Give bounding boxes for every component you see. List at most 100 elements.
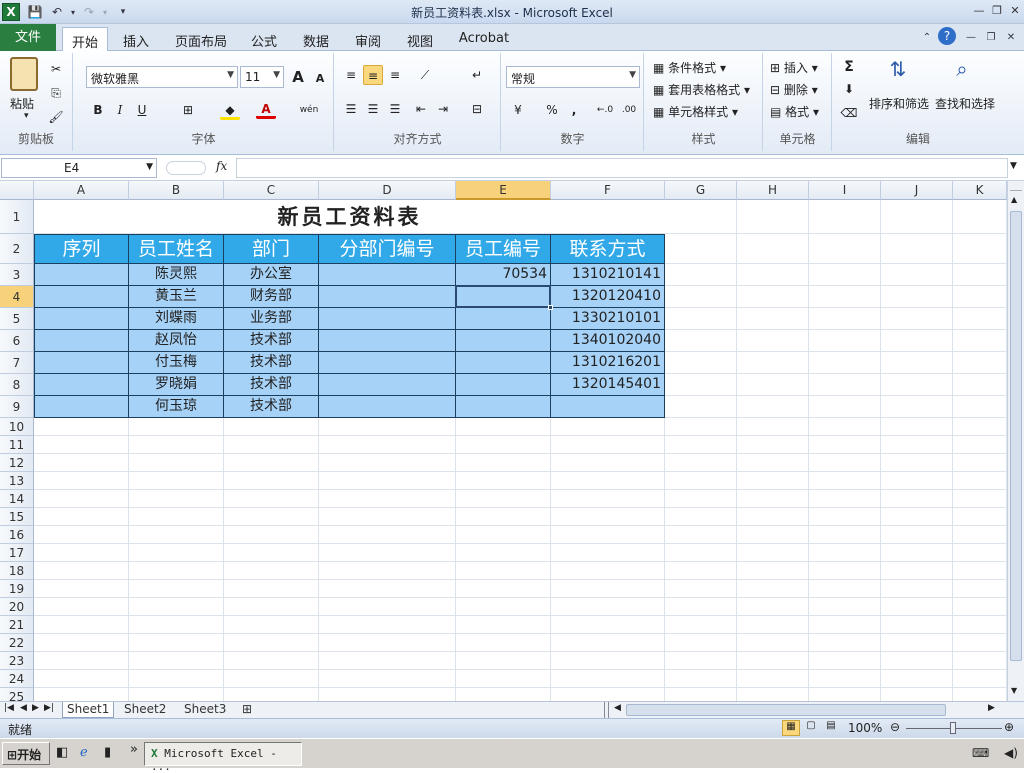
grid-cell[interactable]	[665, 396, 737, 418]
table-cell[interactable]: 陈灵熙	[129, 264, 224, 286]
grid-cell[interactable]	[953, 200, 1007, 234]
grid-cell[interactable]	[737, 652, 809, 670]
grid-cell[interactable]	[456, 652, 551, 670]
fill-icon[interactable]: ⬇	[839, 79, 859, 99]
grid-cell[interactable]	[881, 308, 953, 330]
grid-cell[interactable]	[34, 472, 129, 490]
clear-icon[interactable]: ⌫	[839, 103, 859, 123]
delete-cells-button[interactable]: ⊟ 删除 ▾	[770, 81, 818, 98]
tab-review[interactable]: 审阅	[350, 27, 386, 51]
grid-cell[interactable]	[737, 580, 809, 598]
grid-cell[interactable]	[129, 472, 224, 490]
grid-cell[interactable]	[129, 544, 224, 562]
grid-cell[interactable]	[34, 598, 129, 616]
help-icon[interactable]: ?	[938, 27, 956, 45]
row-header-17[interactable]: 17	[0, 544, 34, 562]
select-all-corner[interactable]	[0, 181, 34, 200]
table-cell[interactable]	[456, 396, 551, 418]
tab-split-handle[interactable]	[604, 702, 609, 718]
align-right-icon[interactable]: ☰	[385, 99, 405, 119]
grid-cell[interactable]	[665, 616, 737, 634]
grid-cell[interactable]	[319, 580, 456, 598]
row-header-19[interactable]: 19	[0, 580, 34, 598]
table-cell[interactable]: 财务部	[224, 286, 319, 308]
tab-insert[interactable]: 插入	[116, 27, 156, 51]
grid-cell[interactable]	[809, 396, 881, 418]
grow-font-button[interactable]: A	[288, 67, 308, 87]
last-sheet-icon[interactable]: ▶|	[44, 703, 54, 713]
grid-cell[interactable]	[953, 454, 1007, 472]
table-cell[interactable]: 黄玉兰	[129, 286, 224, 308]
grid-cell[interactable]	[953, 562, 1007, 580]
increase-decimal-button[interactable]: ←.0	[594, 100, 616, 120]
grid-cell[interactable]	[737, 330, 809, 352]
grid-cell[interactable]	[881, 580, 953, 598]
grid-cell[interactable]	[129, 634, 224, 652]
grid-cell[interactable]	[737, 508, 809, 526]
grid-cell[interactable]	[129, 562, 224, 580]
zoom-in-icon[interactable]: ⊕	[1004, 720, 1014, 734]
column-header-k[interactable]: K	[953, 181, 1007, 200]
prev-sheet-icon[interactable]: ◀	[20, 703, 27, 713]
grid-cell[interactable]	[881, 634, 953, 652]
tab-view[interactable]: 视图	[402, 27, 438, 51]
grid-cell[interactable]	[953, 436, 1007, 454]
grid-cell[interactable]	[665, 472, 737, 490]
grid-cell[interactable]	[881, 652, 953, 670]
grid-cell[interactable]	[129, 670, 224, 688]
grid-cell[interactable]	[129, 418, 224, 436]
grid-cell[interactable]	[34, 562, 129, 580]
grid-cell[interactable]	[881, 454, 953, 472]
split-box[interactable]	[1010, 183, 1022, 191]
binoculars-icon[interactable]: ⌕	[947, 57, 977, 89]
sort-filter-button[interactable]: 排序和筛选	[869, 95, 929, 112]
grid-cell[interactable]	[809, 652, 881, 670]
row-header-2[interactable]: 2	[0, 234, 34, 264]
grid-cell[interactable]	[953, 234, 1007, 264]
grid-cell[interactable]	[551, 454, 665, 472]
grid-cell[interactable]	[953, 652, 1007, 670]
grid-cell[interactable]	[665, 580, 737, 598]
grid-cell[interactable]	[809, 490, 881, 508]
table-header-cell[interactable]: 员工编号	[456, 234, 551, 264]
grid-cell[interactable]	[809, 634, 881, 652]
grid-cell[interactable]	[809, 688, 881, 701]
grid-cell[interactable]	[809, 234, 881, 264]
grid-cell[interactable]	[881, 418, 953, 436]
active-cell-selection[interactable]	[455, 285, 551, 308]
grid-cell[interactable]	[319, 508, 456, 526]
table-cell[interactable]	[34, 330, 129, 352]
grid-cell[interactable]	[665, 652, 737, 670]
wrap-text-icon[interactable]: ↵	[467, 65, 487, 85]
grid-cell[interactable]	[881, 352, 953, 374]
grid-cell[interactable]	[737, 526, 809, 544]
row-header-14[interactable]: 14	[0, 490, 34, 508]
column-header-i[interactable]: I	[809, 181, 881, 200]
row-header-8[interactable]: 8	[0, 374, 34, 396]
cell-styles-button[interactable]: ▦ 单元格样式 ▾	[653, 103, 738, 120]
grid-cell[interactable]	[737, 616, 809, 634]
fill-handle[interactable]	[548, 305, 553, 310]
grid-cell[interactable]	[953, 396, 1007, 418]
comma-button[interactable]: ,	[564, 100, 584, 120]
grid-cell[interactable]	[665, 598, 737, 616]
grid-cell[interactable]	[224, 580, 319, 598]
table-cell[interactable]	[34, 374, 129, 396]
table-cell[interactable]	[319, 264, 456, 286]
first-sheet-icon[interactable]: |◀	[4, 703, 14, 713]
grid-cell[interactable]	[34, 436, 129, 454]
format-as-table-button[interactable]: ▦ 套用表格格式 ▾	[653, 81, 750, 98]
sheet-title[interactable]: 新员工资料表	[34, 200, 665, 234]
grid-cell[interactable]	[737, 286, 809, 308]
grid-cell[interactable]	[881, 616, 953, 634]
grid-cell[interactable]	[224, 598, 319, 616]
column-header-g[interactable]: G	[665, 181, 737, 200]
column-header-e[interactable]: E	[456, 181, 551, 200]
grid-cell[interactable]	[129, 508, 224, 526]
start-button[interactable]: ⊞开始	[2, 742, 50, 765]
grid-cell[interactable]	[881, 544, 953, 562]
number-format-combo[interactable]: 常规 ▼	[506, 66, 640, 88]
grid-cell[interactable]	[34, 526, 129, 544]
grid-cell[interactable]	[953, 308, 1007, 330]
grid-cell[interactable]	[665, 308, 737, 330]
